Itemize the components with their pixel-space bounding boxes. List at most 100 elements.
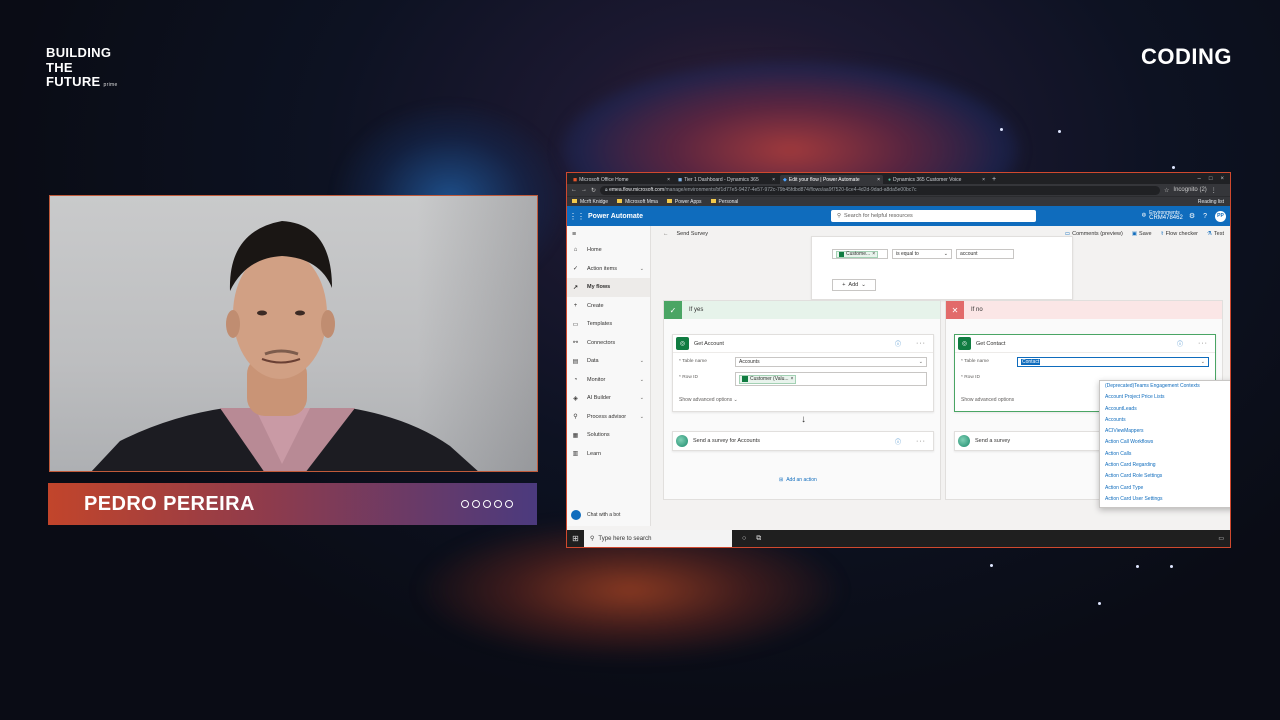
more-options-icon[interactable]: ··· xyxy=(1198,340,1208,347)
nav-item-data[interactable]: ▤ Data ⌄ xyxy=(567,352,650,371)
add-action-button[interactable]: ⊞ Add an action xyxy=(779,477,817,483)
back-arrow-icon[interactable]: ← xyxy=(663,231,669,237)
avatar[interactable]: PP xyxy=(1215,210,1226,222)
send-survey-accounts-action[interactable]: Send a survey for Accounts ⓘ ··· xyxy=(672,431,934,451)
remove-token-icon[interactable]: × xyxy=(791,376,794,382)
more-icon[interactable]: ⋮ xyxy=(1211,187,1217,194)
close-icon[interactable]: × xyxy=(667,177,670,183)
dropdown-option[interactable]: Action Card Type xyxy=(1100,483,1230,494)
bookmark[interactable]: Microsoft Mma xyxy=(617,199,658,205)
dropdown-option[interactable]: Account Project Price Lists xyxy=(1100,392,1230,403)
more-options-icon[interactable]: ··· xyxy=(916,340,926,347)
reading-list[interactable]: Reading list xyxy=(1198,199,1224,205)
nav-item-connectors[interactable]: ⚯ Connectors xyxy=(567,334,650,353)
help-icon[interactable]: ⓘ xyxy=(1177,339,1183,348)
back-icon[interactable]: ← xyxy=(571,187,577,193)
nav-list: ⌂ Home ✓ Action items ⌄ ↗ My flows + Create ▭ Temp… xyxy=(567,241,650,463)
test-button[interactable]: ⚗ Test xyxy=(1207,231,1224,237)
search-box[interactable]: ⚲ Search for helpful resources xyxy=(830,210,1036,222)
check-icon: ✓ xyxy=(572,266,579,273)
star-icon[interactable]: ☆ xyxy=(1164,187,1169,194)
help-icon[interactable]: ⓘ xyxy=(895,437,901,446)
nav-item-templates[interactable]: ▭ Templates xyxy=(567,315,650,334)
profile-button[interactable]: Incognito (2) xyxy=(1173,187,1206,193)
close-icon[interactable]: × xyxy=(772,177,775,183)
cortana-icon[interactable]: ○ xyxy=(742,535,746,542)
customer-voice-icon: ● xyxy=(888,176,892,183)
chevron-down-icon[interactable]: ⌄ xyxy=(640,377,644,383)
notification-icon[interactable]: ▭ xyxy=(1218,535,1224,542)
show-advanced-link[interactable]: Show advanced options xyxy=(961,397,1014,403)
help-icon[interactable]: ⓘ xyxy=(895,339,901,348)
chevron-down-icon[interactable]: ⌄ xyxy=(640,266,644,272)
browser-tab-active[interactable]: ◆ Edit your flow | Power Automate × xyxy=(780,175,883,184)
close-icon[interactable]: × xyxy=(982,177,985,183)
get-account-action[interactable]: ◎ Get Account ⓘ ··· * Table name Accounts ⌄ … xyxy=(672,334,934,412)
comments-button[interactable]: ▭ Comments (preview) xyxy=(1065,231,1123,237)
dropdown-option[interactable]: Action Card User Settings xyxy=(1100,494,1230,505)
dropdown-option[interactable]: ACIViewMappers xyxy=(1100,426,1230,437)
nav-item-learn[interactable]: ▥ Learn xyxy=(567,445,650,464)
chat-bot-button[interactable]: Chat with a bot xyxy=(571,510,620,520)
flow-checker-button[interactable]: ⚕ Flow checker xyxy=(1161,231,1198,237)
new-tab-icon[interactable]: + xyxy=(992,175,996,184)
waffle-icon[interactable]: ⋮⋮ xyxy=(567,212,587,221)
dropdown-option[interactable]: AccountLeads xyxy=(1100,404,1230,415)
forward-icon[interactable]: → xyxy=(581,187,587,193)
table-name-select[interactable]: Accounts ⌄ xyxy=(735,357,927,367)
nav-item-create[interactable]: + Create xyxy=(567,297,650,316)
bookmark[interactable]: Power Apps xyxy=(667,199,702,205)
taskbar-search[interactable]: ⚲ Type here to search xyxy=(584,530,732,547)
nav-item-label: Learn xyxy=(587,450,602,457)
chevron-down-icon[interactable]: ⌄ xyxy=(640,414,644,420)
condition-operator-select[interactable]: is equal to ⌄ xyxy=(892,249,952,259)
browser-tab[interactable]: ◼ Microsoft Office Home × xyxy=(570,175,673,184)
environment-picker[interactable]: ◍ Environments CRM478462 xyxy=(1142,210,1183,222)
minimize-icon[interactable]: – xyxy=(1198,175,1201,184)
browser-tab[interactable]: ● Dynamics 365 Customer Voice × xyxy=(885,175,988,184)
dropdown-option[interactable]: Accounts xyxy=(1100,415,1230,426)
browser-tab[interactable]: ◼ Tier 1 Dashboard - Dynamics 365 × xyxy=(675,175,778,184)
nav-item-ai-builder[interactable]: ◈ AI Builder ⌄ xyxy=(567,389,650,408)
save-button[interactable]: ▣ Save xyxy=(1132,231,1152,237)
condition-value-input[interactable]: account xyxy=(956,249,1014,259)
url-path: /manage/environments/bf1d77e5-9427-4e57-… xyxy=(664,187,917,193)
dropdown-option[interactable]: Action Card Role Settings xyxy=(1100,471,1230,482)
bookmark[interactable]: Mcrft Knidge xyxy=(572,199,608,205)
dropdown-option[interactable]: Action Card Regarding xyxy=(1100,460,1230,471)
dropdown-option[interactable]: (Deprecated)Teams Engagement Contexts xyxy=(1100,381,1230,392)
more-options-icon[interactable]: ··· xyxy=(916,438,926,445)
chevron-down-icon[interactable]: ⌄ xyxy=(640,358,644,364)
url-field[interactable]: 🔒︎ emea.flow.microsoft.com/manage/enviro… xyxy=(600,185,1161,195)
nav-item-solutions[interactable]: ▦ Solutions xyxy=(567,426,650,445)
search-icon: ⚲ xyxy=(836,213,842,219)
windows-start-icon[interactable]: ⊞ xyxy=(567,534,584,543)
app-body: ≡ ⌂ Home ✓ Action items ⌄ ↗ My flows + Create ▭ Te… xyxy=(567,226,1230,526)
hamburger-icon[interactable]: ≡ xyxy=(567,226,650,241)
close-window-icon[interactable]: × xyxy=(1220,175,1224,184)
condition-left-operand[interactable]: Custome... × xyxy=(832,249,888,259)
close-icon[interactable]: × xyxy=(877,177,880,183)
show-advanced-link[interactable]: Show advanced options ⌄ xyxy=(679,397,738,403)
table-name-select[interactable]: Contact ⌄ xyxy=(1017,357,1209,367)
nav-item-home[interactable]: ⌂ Home xyxy=(567,241,650,260)
row-id-input[interactable]: Customer (Valu... × xyxy=(735,372,927,386)
nav-item-monitor[interactable]: ◔ Monitor ⌄ xyxy=(567,371,650,390)
reload-icon[interactable]: ↻ xyxy=(591,187,596,194)
flow-arrow-icon: ↓ xyxy=(801,414,806,425)
gear-icon[interactable]: ⚙ xyxy=(1189,212,1195,220)
nav-item-process-advisor[interactable]: ⚲ Process advisor ⌄ xyxy=(567,408,650,427)
remove-token-icon[interactable]: × xyxy=(872,251,875,257)
nav-item-action-items[interactable]: ✓ Action items ⌄ xyxy=(567,260,650,279)
task-view-icon[interactable]: ⧉ xyxy=(756,535,761,543)
chevron-down-icon[interactable]: ⌄ xyxy=(640,395,644,401)
help-icon[interactable]: ? xyxy=(1203,213,1207,220)
maximize-icon[interactable]: □ xyxy=(1209,175,1213,184)
app-name: Power Automate xyxy=(588,212,643,220)
add-condition-button[interactable]: + Add ⌄ xyxy=(832,279,876,291)
operator-text: is equal to xyxy=(896,251,919,257)
nav-item-my-flows[interactable]: ↗ My flows xyxy=(567,278,650,297)
bookmark[interactable]: Personal xyxy=(711,199,739,205)
dropdown-option[interactable]: Action Call Workflows xyxy=(1100,437,1230,448)
dropdown-option[interactable]: Action Calls xyxy=(1100,449,1230,460)
